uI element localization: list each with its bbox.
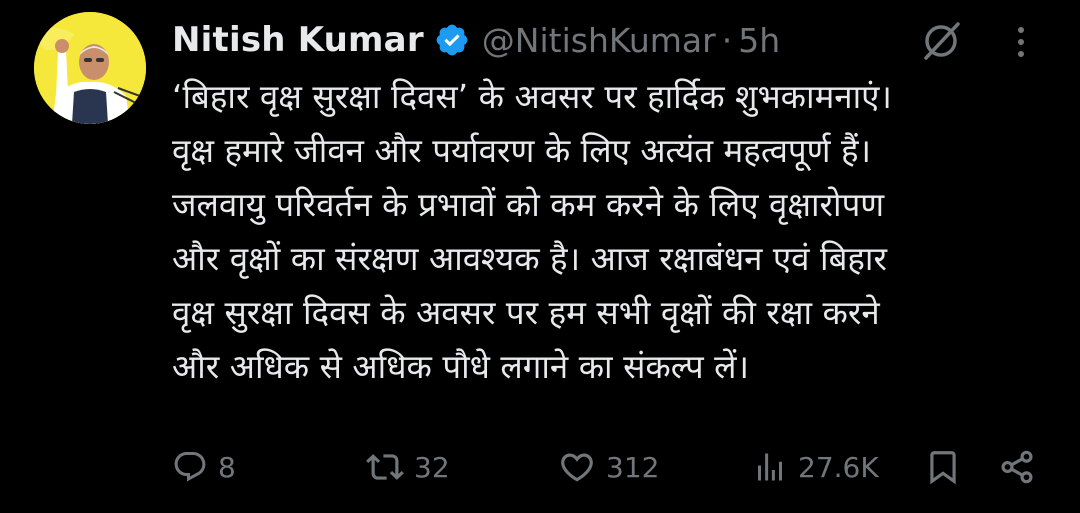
grok-icon[interactable] <box>918 18 964 64</box>
tweet-text: ‘बिहार वृक्ष सुरक्षा दिवस’ के अवसर पर हा… <box>172 70 1052 394</box>
tweet-timestamp[interactable]: 5h <box>738 21 780 60</box>
author-display-name[interactable]: Nitish Kumar <box>172 20 424 60</box>
verified-badge-icon <box>434 22 470 58</box>
repost-count: 32 <box>414 450 450 484</box>
repost-icon <box>366 454 404 480</box>
bookmark-icon <box>930 451 956 485</box>
views-chart-icon <box>758 453 782 481</box>
tweet-text-line: और अधिक से अधिक पौधे लगाने का संकल्प लें… <box>172 347 750 386</box>
views-button[interactable]: 27.6K <box>752 442 879 492</box>
like-count: 312 <box>606 450 660 484</box>
share-icon <box>1001 450 1033 484</box>
like-button[interactable]: 312 <box>558 442 659 492</box>
tweet-text-line: ‘बिहार वृक्ष सुरक्षा दिवस’ के अवसर पर हा… <box>172 77 892 116</box>
bookmark-button[interactable] <box>924 442 962 492</box>
heart-icon <box>561 453 593 482</box>
reply-icon <box>174 452 206 482</box>
tweet-text-line: वृक्ष हमारे जीवन और पर्यावरण के लिए अत्य… <box>172 131 872 170</box>
separator-dot: · <box>721 20 733 60</box>
tweet-text-line: और वृक्षों का संरक्षण आवश्यक है। आज रक्ष… <box>172 239 887 278</box>
action-bar: 8 32 312 27.6K <box>172 442 1042 492</box>
more-dots-icon[interactable] <box>1008 20 1034 64</box>
avatar[interactable] <box>34 12 146 124</box>
reply-count: 8 <box>218 450 236 484</box>
repost-button[interactable]: 32 <box>366 442 450 492</box>
tweet[interactable]: Nitish Kumar @NitishKumar · 5h ‘बिहार वृ… <box>0 0 1080 513</box>
share-button[interactable] <box>998 442 1036 492</box>
tweet-header: Nitish Kumar @NitishKumar · 5h <box>172 14 1032 66</box>
views-count: 27.6K <box>798 450 879 484</box>
reply-button[interactable]: 8 <box>172 442 236 492</box>
tweet-text-line: वृक्ष सुरक्षा दिवस के अवसर पर हम सभी वृक… <box>172 293 880 332</box>
avatar-image <box>34 12 146 124</box>
tweet-text-line: जलवायु परिवर्तन के प्रभावों को कम करने क… <box>172 185 885 224</box>
author-handle[interactable]: @NitishKumar <box>482 21 716 60</box>
